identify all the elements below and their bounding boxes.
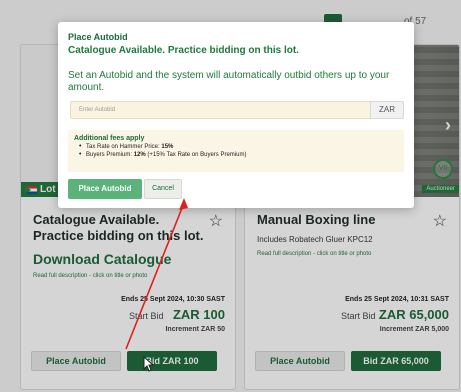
place-autobid-submit-button[interactable]: Place Autobid xyxy=(68,179,142,199)
lot-subtitle: Includes Robatech Gluer KPC12 xyxy=(257,235,373,244)
lot-tag-label: Lot xyxy=(40,184,56,195)
download-catalogue-link[interactable]: Download Catalogue xyxy=(33,251,171,267)
auctioneer-tag: Auctioneer xyxy=(422,185,459,193)
chevron-right-icon[interactable]: › xyxy=(445,115,451,136)
star-icon[interactable]: ☆ xyxy=(433,211,447,231)
fees-title: Additional fees apply xyxy=(74,135,145,142)
flag-icon xyxy=(25,185,37,194)
read-full-description[interactable]: Read full description - click on title o… xyxy=(257,251,371,257)
cancel-button[interactable]: Cancel xyxy=(144,179,182,199)
fee-tax-rate: Tax Rate on Hammer Price: 15% xyxy=(74,143,398,150)
fee-premium-extra: (+15% Tax Rate on Buyers Premium) xyxy=(147,152,247,158)
fee-buyers-premium: Buyers Premium: 12% (+15% Tax Rate on Bu… xyxy=(74,151,398,158)
modal-lot-title: Catalogue Available. Practice bidding on… xyxy=(68,45,299,56)
bid-increment: Increment ZAR 5,000 xyxy=(379,326,449,333)
start-bid-amount: ZAR 100 xyxy=(172,307,225,322)
place-autobid-button[interactable]: Place Autobid xyxy=(31,351,121,371)
lot-title[interactable]: Manual Boxing line xyxy=(257,212,429,228)
modal-title: Place Autobid xyxy=(68,32,128,42)
start-bid-label: Start Bid xyxy=(129,311,164,321)
fee-premium-value: 12% xyxy=(133,152,146,158)
autobid-modal: Place Autobid Catalogue Available. Pract… xyxy=(58,22,414,208)
cursor-icon xyxy=(143,356,155,372)
fee-tax-label: Tax Rate on Hammer Price: xyxy=(86,144,160,150)
end-time: Ends 25 Sept 2024, 10:30 SAST xyxy=(121,296,225,303)
additional-fees-box: Additional fees apply Tax Rate on Hammer… xyxy=(68,130,404,172)
bid-button[interactable]: Bid ZAR 100 xyxy=(127,351,217,371)
star-icon[interactable]: ☆ xyxy=(209,211,223,231)
start-bid-label: Start Bid xyxy=(341,311,376,321)
bid-increment: Increment ZAR 50 xyxy=(165,326,225,333)
currency-label: ZAR xyxy=(370,101,404,119)
place-autobid-button[interactable]: Place Autobid xyxy=(255,351,345,371)
lot-tag: Lot xyxy=(21,182,62,197)
bid-button[interactable]: Bid ZAR 65,000 xyxy=(351,351,441,371)
autobid-amount-input[interactable]: Enter Autobid xyxy=(70,101,370,119)
auctioneer-seal: VII xyxy=(433,159,453,179)
read-full-description[interactable]: Read full description - click on title o… xyxy=(33,273,147,279)
start-bid-amount: ZAR 65,000 xyxy=(378,307,449,322)
lot-title[interactable]: Catalogue Available. Practice bidding on… xyxy=(33,212,205,244)
fee-tax-value: 15% xyxy=(161,144,174,150)
end-time: Ends 25 Sept 2024, 10:31 SAST xyxy=(345,296,449,303)
modal-description: Set an Autobid and the system will autom… xyxy=(68,70,390,93)
fee-premium-label: Buyers Premium: xyxy=(86,152,133,158)
